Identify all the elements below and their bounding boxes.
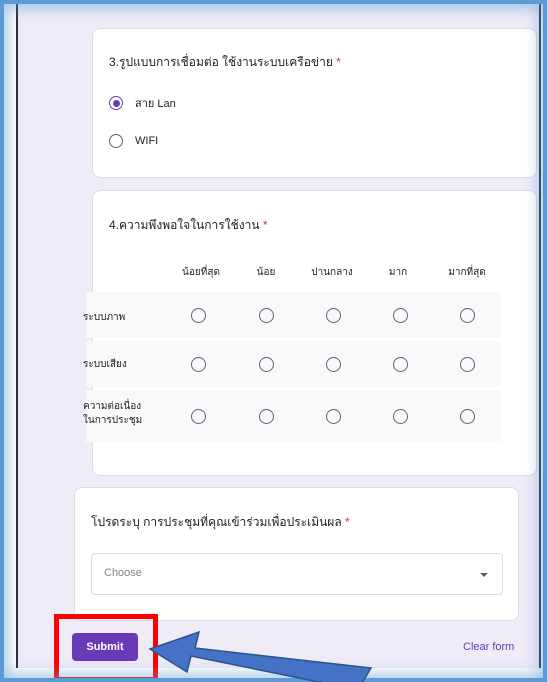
pointer-arrow-icon (148, 630, 373, 682)
